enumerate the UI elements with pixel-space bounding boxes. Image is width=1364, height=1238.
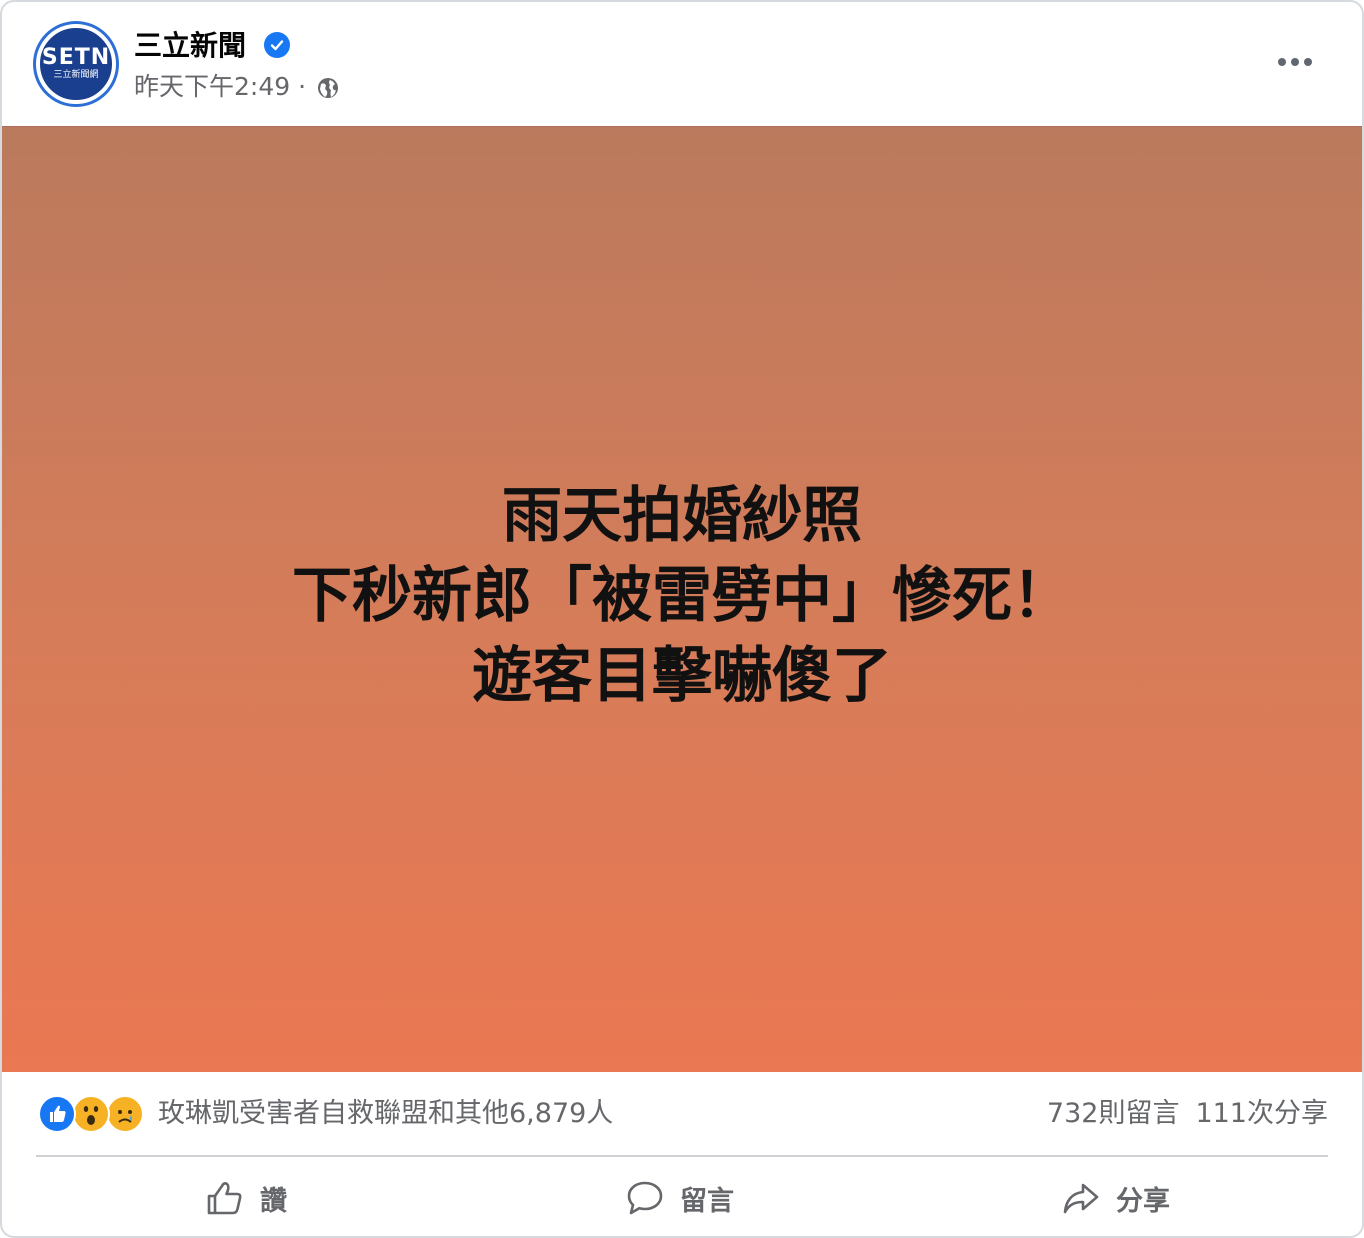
post-header: SETN 三立新聞網 三立新聞 昨天下午2:49 · [2, 2, 1362, 126]
post-image[interactable]: 雨天拍婚紗照 下秒新郎「被雷劈中」慘死！ 遊客目擊嚇傻了 [2, 126, 1362, 1072]
comment-bubble-icon [627, 1181, 663, 1215]
post-timestamp[interactable]: 昨天下午2:49 · [134, 70, 306, 104]
avatar-logo-subtext: 三立新聞網 [53, 70, 99, 80]
share-label: 分享 [1116, 1185, 1170, 1217]
headline-line-3: 遊客目擊嚇傻了 [472, 640, 892, 711]
page-avatar[interactable]: SETN 三立新聞網 [36, 24, 116, 104]
verified-badge-icon [264, 32, 290, 58]
globe-icon [316, 75, 340, 99]
reactors-text: 玫琳凱受害者自救聯盟和其他6,879人 [158, 1098, 614, 1129]
thumbs-up-icon [207, 1182, 242, 1215]
shares-count-link[interactable]: 111次分享 [1195, 1094, 1328, 1134]
comment-label: 留言 [680, 1185, 734, 1217]
engagement-counts: 732則留言 111次分享 [1047, 1094, 1328, 1134]
action-bar: 讚 留言 分享 [2, 1158, 1362, 1236]
sad-icon [106, 1095, 144, 1133]
like-label: 讚 [260, 1185, 287, 1217]
page-name[interactable]: 三立新聞 [134, 28, 246, 64]
reactions-summary[interactable]: 玫琳凱受害者自救聯盟和其他6,879人 [38, 1094, 613, 1134]
avatar-logo-text: SETN [41, 45, 111, 70]
wow-icon [72, 1095, 110, 1133]
share-arrow-icon [1063, 1183, 1099, 1214]
like-icon [38, 1095, 76, 1133]
like-button[interactable]: 讚 [206, 1158, 287, 1236]
divider [36, 1155, 1328, 1157]
comments-count-link[interactable]: 732則留言 [1047, 1094, 1180, 1134]
headline-line-2: 下秒新郎「被雷劈中」慘死！ [292, 560, 1072, 631]
headline-line-1: 雨天拍婚紗照 [502, 480, 862, 551]
post-card: SETN 三立新聞網 三立新聞 昨天下午2:49 · 雨天拍婚紗照 下秒新郎「被… [0, 0, 1364, 1238]
post-stats: 玫琳凱受害者自救聯盟和其他6,879人 732則留言 111次分享 [2, 1074, 1362, 1156]
share-button[interactable]: 分享 [1062, 1158, 1170, 1236]
comment-button[interactable]: 留言 [626, 1158, 734, 1236]
post-headline: 雨天拍婚紗照 下秒新郎「被雷劈中」慘死！ 遊客目擊嚇傻了 [292, 476, 1072, 716]
post-meta: 昨天下午2:49 · [134, 70, 340, 104]
more-options-icon[interactable] [1278, 42, 1312, 82]
